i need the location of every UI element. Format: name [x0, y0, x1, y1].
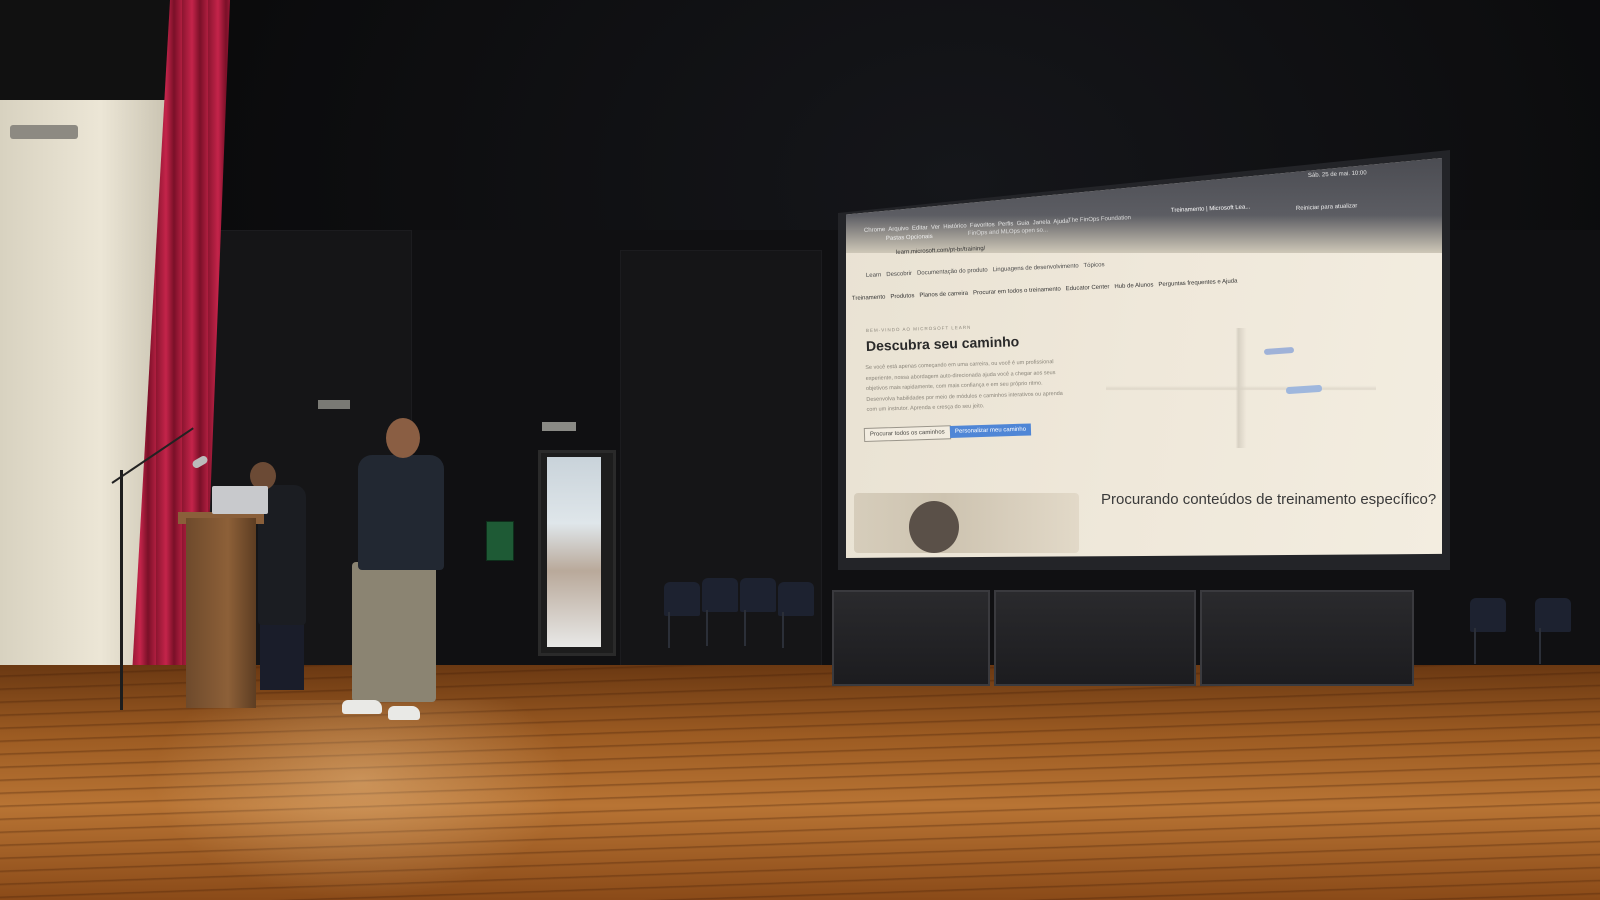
chair-leg: [782, 612, 784, 648]
menu-item: Arquivo: [888, 225, 909, 233]
chair: [702, 578, 738, 612]
sub-nav-item: Hub de Alunos: [1114, 282, 1154, 291]
menu-item: Janela: [1032, 219, 1051, 227]
chair-leg: [1539, 628, 1541, 664]
sub-nav-item: Produtos: [890, 293, 915, 301]
wall-light-fixture: [10, 125, 78, 139]
chair: [664, 582, 700, 616]
door-sign: [542, 422, 576, 431]
sub-nav-item: Planos de carreira: [919, 290, 969, 299]
auditorium-scene: Chrome Arquivo Editar Ver Histórico Favo…: [0, 0, 1600, 900]
hero-paragraph: Se você está apenas começando em uma car…: [865, 359, 1063, 413]
chair: [778, 582, 814, 616]
chair-leg: [668, 612, 670, 648]
hero-eyebrow: BEM-VINDO AO MICROSOFT LEARN: [865, 324, 972, 333]
exit-sign: [486, 521, 514, 561]
presenter: [358, 455, 444, 570]
sub-nav: Treinamento Produtos Planos de carreira …: [852, 279, 1238, 302]
browse-paths-button: Procurar todos os caminhos: [863, 425, 951, 442]
sub-nav-item: Treinamento: [851, 294, 886, 302]
presenter-pants: [352, 562, 436, 702]
hero-illustration: [1106, 328, 1376, 448]
open-doorway: [538, 450, 616, 656]
menu-item: Guia: [1016, 220, 1030, 228]
stage-platform: [1200, 590, 1414, 686]
site-logo-text: Learn: [865, 272, 882, 279]
promo-heading: Procurando conteúdos de treinamento espe…: [1101, 491, 1437, 508]
chair-leg: [1474, 628, 1476, 664]
hero-title: Descubra seu caminho: [865, 333, 1020, 354]
promo-image: [854, 493, 1079, 553]
personalize-path-button: Personalizar meu caminho: [949, 423, 1032, 438]
wall-sign: [318, 400, 350, 409]
site-nav: Learn Descobrir Documentação do produto …: [866, 262, 1105, 279]
menu-item: Histórico: [943, 223, 967, 231]
sub-nav-item: Educator Center: [1065, 284, 1110, 293]
menu-item: Ajuda: [1053, 218, 1069, 226]
nav-item: Tópicos: [1083, 262, 1105, 270]
menu-item: Editar: [911, 225, 928, 232]
presenter-head: [386, 418, 420, 458]
nav-item: Documentação do produto: [916, 267, 988, 277]
nav-item: Linguagens de desenvolvimento: [992, 263, 1079, 274]
nav-item: Descobrir: [886, 270, 913, 279]
menu-item: Perfis: [997, 221, 1014, 228]
laptop: [212, 486, 268, 514]
seated-person-legs: [260, 620, 304, 690]
floor-light-reflection: [150, 700, 570, 900]
stage-platform: [994, 590, 1196, 686]
doorway-view: [547, 457, 601, 647]
presenter-shoe: [388, 706, 420, 720]
sub-nav-item: Procurar em todos o treinamento: [972, 286, 1061, 297]
mic-stand: [120, 470, 123, 710]
presenter-shoe: [342, 700, 382, 714]
chair-leg: [744, 610, 746, 646]
menu-item: Ver: [930, 224, 941, 231]
chair-leg: [706, 610, 708, 646]
chair: [740, 578, 776, 612]
chair: [1535, 598, 1571, 632]
menu-item: Favoritos: [969, 222, 995, 230]
ceiling-dark: [0, 0, 170, 110]
chair: [1470, 598, 1506, 632]
wooden-podium: [186, 518, 256, 708]
menu-item: Chrome: [863, 227, 886, 234]
stage-platform: [832, 590, 990, 686]
promo-photo-person: [909, 501, 959, 553]
sub-nav-item: Perguntas frequentes e Ajuda: [1158, 278, 1238, 289]
projection-screen: Chrome Arquivo Editar Ver Histórico Favo…: [846, 158, 1442, 558]
